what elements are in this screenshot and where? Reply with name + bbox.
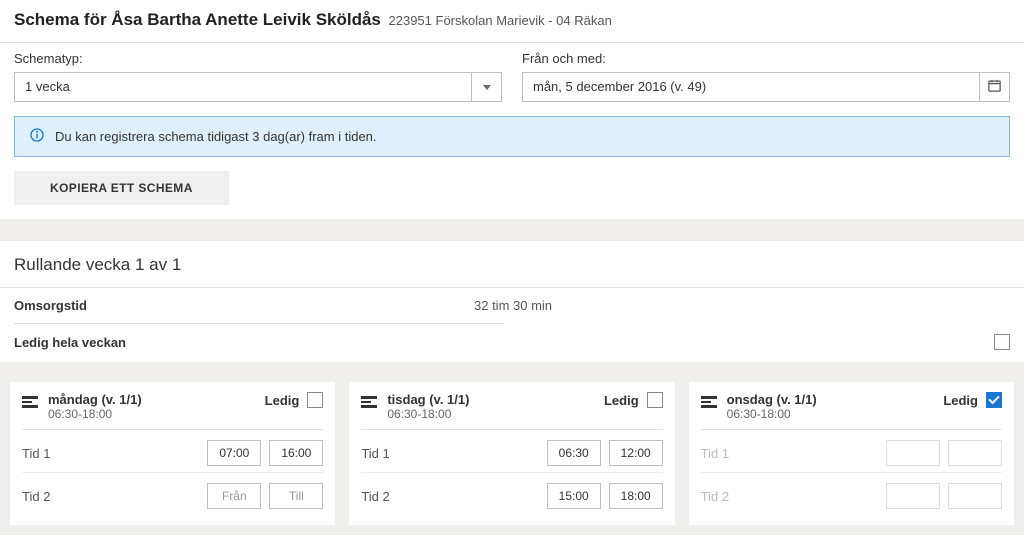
tid1-from-input <box>886 440 940 466</box>
fromdate-input[interactable]: mån, 5 december 2016 (v. 49) <box>522 72 1010 102</box>
free-week-row: Ledig hela veckan <box>0 324 1024 362</box>
day-hours: 06:30-18:00 <box>727 407 934 421</box>
tid2-to-input[interactable]: 18:00 <box>609 483 663 509</box>
schemetype-dropdown-button[interactable] <box>471 73 501 101</box>
day-head-text: tisdag (v. 1/1) 06:30-18:00 <box>387 392 594 421</box>
tid1-to-input[interactable]: 16:00 <box>269 440 323 466</box>
day-header: onsdag (v. 1/1) 06:30-18:00 Ledig <box>701 392 1002 430</box>
fromdate-control: Från och med: mån, 5 december 2016 (v. 4… <box>522 51 1010 102</box>
day-head-text: onsdag (v. 1/1) 06:30-18:00 <box>727 392 934 421</box>
tid1-label: Tid 1 <box>361 446 538 461</box>
tid2-to-input <box>948 483 1002 509</box>
tid2-row: Tid 2 <box>701 473 1002 515</box>
tid2-from-input[interactable]: Från <box>207 483 261 509</box>
schemetype-select[interactable]: 1 vecka <box>14 72 502 102</box>
free-week-checkbox[interactable] <box>994 334 1010 350</box>
schemetype-label: Schematyp: <box>14 51 502 66</box>
calendar-button[interactable] <box>979 73 1009 101</box>
ledig-checkbox[interactable] <box>647 392 663 408</box>
ledig-label: Ledig <box>604 393 639 408</box>
info-icon <box>29 127 45 146</box>
care-time-label: Omsorgstid <box>14 298 474 313</box>
menu-icon[interactable] <box>22 392 38 408</box>
tid1-to-input <box>948 440 1002 466</box>
chevron-down-icon <box>483 85 491 90</box>
ledig-label: Ledig <box>265 393 300 408</box>
day-card-wednesday: onsdag (v. 1/1) 06:30-18:00 Ledig Tid 1 … <box>689 382 1014 525</box>
section-divider <box>0 362 1024 382</box>
free-week-label: Ledig hela veckan <box>14 335 126 350</box>
ledig-checkbox[interactable] <box>307 392 323 408</box>
tid1-label: Tid 1 <box>701 446 878 461</box>
day-ledig-group: Ledig <box>604 392 663 408</box>
page-header: Schema för Åsa Bartha Anette Leivik Sköl… <box>0 0 1024 43</box>
menu-icon[interactable] <box>361 392 377 408</box>
copy-schema-button[interactable]: KOPIERA ETT SCHEMA <box>14 171 229 205</box>
tid1-label: Tid 1 <box>22 446 199 461</box>
day-hours: 06:30-18:00 <box>48 407 255 421</box>
menu-icon[interactable] <box>701 392 717 408</box>
tid2-row: Tid 2 Från Till <box>22 473 323 515</box>
ledig-checkbox[interactable] <box>986 392 1002 408</box>
fromdate-value: mån, 5 december 2016 (v. 49) <box>523 73 979 101</box>
tid2-to-input[interactable]: Till <box>269 483 323 509</box>
day-title: onsdag (v. 1/1) <box>727 392 934 407</box>
day-header: måndag (v. 1/1) 06:30-18:00 Ledig <box>22 392 323 430</box>
ledig-label: Ledig <box>943 393 978 408</box>
day-card-monday: måndag (v. 1/1) 06:30-18:00 Ledig Tid 1 … <box>10 382 335 525</box>
tid2-from-input <box>886 483 940 509</box>
section-divider <box>0 219 1024 241</box>
day-title: måndag (v. 1/1) <box>48 392 255 407</box>
tid1-from-input[interactable]: 07:00 <box>207 440 261 466</box>
page-subtitle: 223951 Förskolan Marievik - 04 Räkan <box>389 13 612 28</box>
day-head-text: måndag (v. 1/1) 06:30-18:00 <box>48 392 255 421</box>
tid2-row: Tid 2 15:00 18:00 <box>361 473 662 515</box>
page-title: Schema för Åsa Bartha Anette Leivik Sköl… <box>14 10 381 29</box>
tid2-from-input[interactable]: 15:00 <box>547 483 601 509</box>
care-time-value: 32 tim 30 min <box>474 298 552 313</box>
day-card-tuesday: tisdag (v. 1/1) 06:30-18:00 Ledig Tid 1 … <box>349 382 674 525</box>
tid1-row: Tid 1 06:30 12:00 <box>361 430 662 472</box>
calendar-icon <box>987 78 1002 96</box>
day-ledig-group: Ledig <box>943 392 1002 408</box>
week-title: Rullande vecka 1 av 1 <box>0 241 1024 288</box>
days-area: måndag (v. 1/1) 06:30-18:00 Ledig Tid 1 … <box>0 382 1024 535</box>
day-hours: 06:30-18:00 <box>387 407 594 421</box>
tid1-row: Tid 1 07:00 16:00 <box>22 430 323 472</box>
fromdate-label: Från och med: <box>522 51 1010 66</box>
tid2-label: Tid 2 <box>22 489 199 504</box>
tid2-label: Tid 2 <box>361 489 538 504</box>
tid1-to-input[interactable]: 12:00 <box>609 440 663 466</box>
tid2-label: Tid 2 <box>701 489 878 504</box>
schemetype-control: Schematyp: 1 vecka <box>14 51 502 102</box>
info-text: Du kan registrera schema tidigast 3 dag(… <box>55 129 377 144</box>
day-header: tisdag (v. 1/1) 06:30-18:00 Ledig <box>361 392 662 430</box>
care-time-row: Omsorgstid 32 tim 30 min <box>0 288 1024 323</box>
schemetype-value: 1 vecka <box>15 73 471 101</box>
controls-row: Schematyp: 1 vecka Från och med: mån, 5 … <box>0 43 1024 116</box>
day-ledig-group: Ledig <box>265 392 324 408</box>
tid1-from-input[interactable]: 06:30 <box>547 440 601 466</box>
tid1-row: Tid 1 <box>701 430 1002 472</box>
day-title: tisdag (v. 1/1) <box>387 392 594 407</box>
info-banner: Du kan registrera schema tidigast 3 dag(… <box>14 116 1010 157</box>
